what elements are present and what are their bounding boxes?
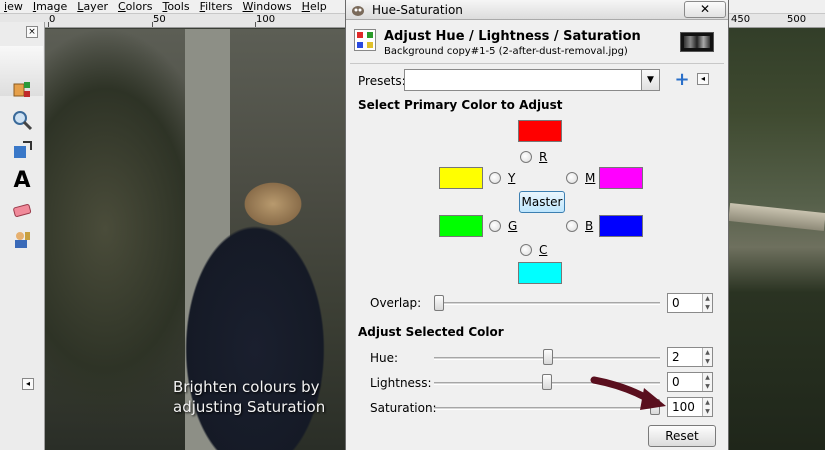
horizontal-ruler: 0 50 100 — [0, 14, 350, 28]
presets-combo[interactable]: ▼ — [404, 69, 660, 91]
hue-value: 2 — [672, 350, 680, 364]
hue-spinbox[interactable]: 2 ▲ ▼ — [667, 347, 713, 367]
overlap-slider-thumb[interactable] — [434, 295, 444, 311]
close-icon[interactable]: × — [26, 26, 38, 38]
eraser-tool-icon[interactable] — [10, 198, 34, 222]
menu-image[interactable]: Image — [29, 0, 73, 14]
menu-windows[interactable]: Windows — [239, 0, 298, 14]
image-canvas[interactable]: Brighten colours by adjusting Saturation — [45, 29, 345, 450]
ruler-tick — [152, 22, 153, 27]
swatch-red — [518, 120, 562, 142]
swatch-green — [439, 215, 483, 237]
ruler-label: 50 — [153, 14, 166, 25]
saturation-label: Saturation: — [370, 401, 437, 415]
ruler-label: 450 — [731, 14, 751, 25]
menu-layer[interactable]: Layer — [73, 0, 114, 14]
hue-saturation-dialog: Hue-Saturation ✕ Adjust Hue / Lightness … — [345, 0, 729, 450]
spin-buttons[interactable]: ▲ ▼ — [702, 373, 712, 391]
image-canvas-right[interactable]: 450 500 — [728, 0, 825, 450]
radio-green[interactable] — [489, 220, 501, 232]
photo-caption: Brighten colours by adjusting Saturation — [173, 377, 325, 417]
swatch-blue — [599, 215, 643, 237]
image-thumbnail — [680, 32, 714, 52]
hue-saturation-icon — [354, 29, 376, 51]
overlap-slider-track[interactable] — [434, 302, 660, 305]
horizontal-ruler-right: 450 500 — [729, 14, 825, 28]
label-cyan: C — [539, 243, 548, 257]
label-magenta: M — [585, 171, 596, 185]
label-green: G — [508, 219, 518, 233]
collapse-arrow-icon[interactable]: ◂ — [22, 378, 34, 390]
magnify-tool-icon[interactable] — [10, 108, 34, 132]
menu-tools[interactable]: Tools — [158, 0, 195, 14]
add-preset-icon[interactable]: + — [674, 71, 690, 89]
swatch-cyan — [518, 262, 562, 284]
radio-magenta[interactable] — [566, 172, 578, 184]
label-red: R — [539, 150, 548, 164]
swatch-yellow — [439, 167, 483, 189]
dialog-title: Hue-Saturation — [372, 2, 463, 17]
master-button[interactable]: Master — [519, 191, 565, 213]
menubar-continuation — [729, 0, 825, 14]
overlap-spinbox[interactable]: 0 ▲ ▼ — [667, 293, 713, 313]
transform-tool-icon[interactable] — [10, 138, 34, 162]
preset-menu-icon[interactable]: ◂ — [697, 73, 709, 85]
chevron-down-icon[interactable]: ▼ — [641, 70, 659, 90]
overlap-label: Overlap: — [370, 296, 422, 310]
menu-filters[interactable]: Filters — [196, 0, 239, 14]
annotation-arrow-icon — [590, 376, 666, 410]
ruler-label: 500 — [787, 14, 807, 25]
label-yellow: Y — [508, 171, 516, 185]
radio-cyan[interactable] — [520, 244, 532, 256]
caption-line-1: Brighten colours by — [173, 378, 320, 396]
window-close-button[interactable]: ✕ — [684, 1, 726, 18]
overlap-value: 0 — [672, 296, 680, 310]
menu-colors[interactable]: Colors — [114, 0, 158, 14]
radio-red[interactable] — [520, 151, 532, 163]
spin-buttons[interactable]: ▲ ▼ — [702, 398, 712, 416]
adjust-heading: Adjust Selected Color — [358, 325, 504, 339]
heal-tool-icon[interactable] — [10, 78, 34, 102]
caption-line-2: adjusting Saturation — [173, 398, 326, 416]
clone-tool-icon[interactable] — [10, 228, 34, 252]
reset-color-button[interactable]: Reset Color — [648, 425, 716, 450]
divider — [350, 63, 724, 64]
header-title: Adjust Hue / Lightness / Saturation — [384, 29, 641, 44]
header-subtitle: Background copy#1-5 (2-after-dust-remova… — [384, 46, 628, 57]
gimp-app-icon — [350, 2, 366, 18]
radio-blue[interactable] — [566, 220, 578, 232]
swatch-magenta — [599, 167, 643, 189]
hue-slider-thumb[interactable] — [542, 349, 553, 365]
dialog-header: Adjust Hue / Lightness / Saturation Back… — [354, 26, 722, 60]
label-blue: B — [585, 219, 594, 233]
spin-buttons[interactable]: ▲ ▼ — [702, 294, 712, 312]
ruler-label: 100 — [256, 14, 276, 25]
primary-color-heading: Select Primary Color to Adjust — [358, 98, 563, 112]
main-menubar: iew Image Layer Colors Tools Filters Win… — [0, 0, 350, 14]
menu-help[interactable]: Help — [298, 0, 333, 14]
spin-buttons[interactable]: ▲ ▼ — [702, 348, 712, 366]
hue-label: Hue: — [370, 351, 399, 365]
dialog-titlebar[interactable]: Hue-Saturation ✕ — [346, 0, 728, 20]
ruler-tick — [255, 22, 256, 27]
menu-view[interactable]: iew — [0, 0, 29, 14]
radio-yellow[interactable] — [489, 172, 501, 184]
presets-label: Presets: — [358, 74, 406, 88]
text-tool-icon[interactable]: A — [10, 168, 34, 193]
lightness-label: Lightness: — [370, 376, 432, 390]
toolbox-panel: × A ◂ — [0, 22, 45, 450]
log-shape — [728, 203, 825, 231]
ruler-label: 0 — [49, 14, 56, 25]
ruler-tick — [48, 22, 49, 27]
lightness-slider-thumb[interactable] — [542, 374, 552, 390]
